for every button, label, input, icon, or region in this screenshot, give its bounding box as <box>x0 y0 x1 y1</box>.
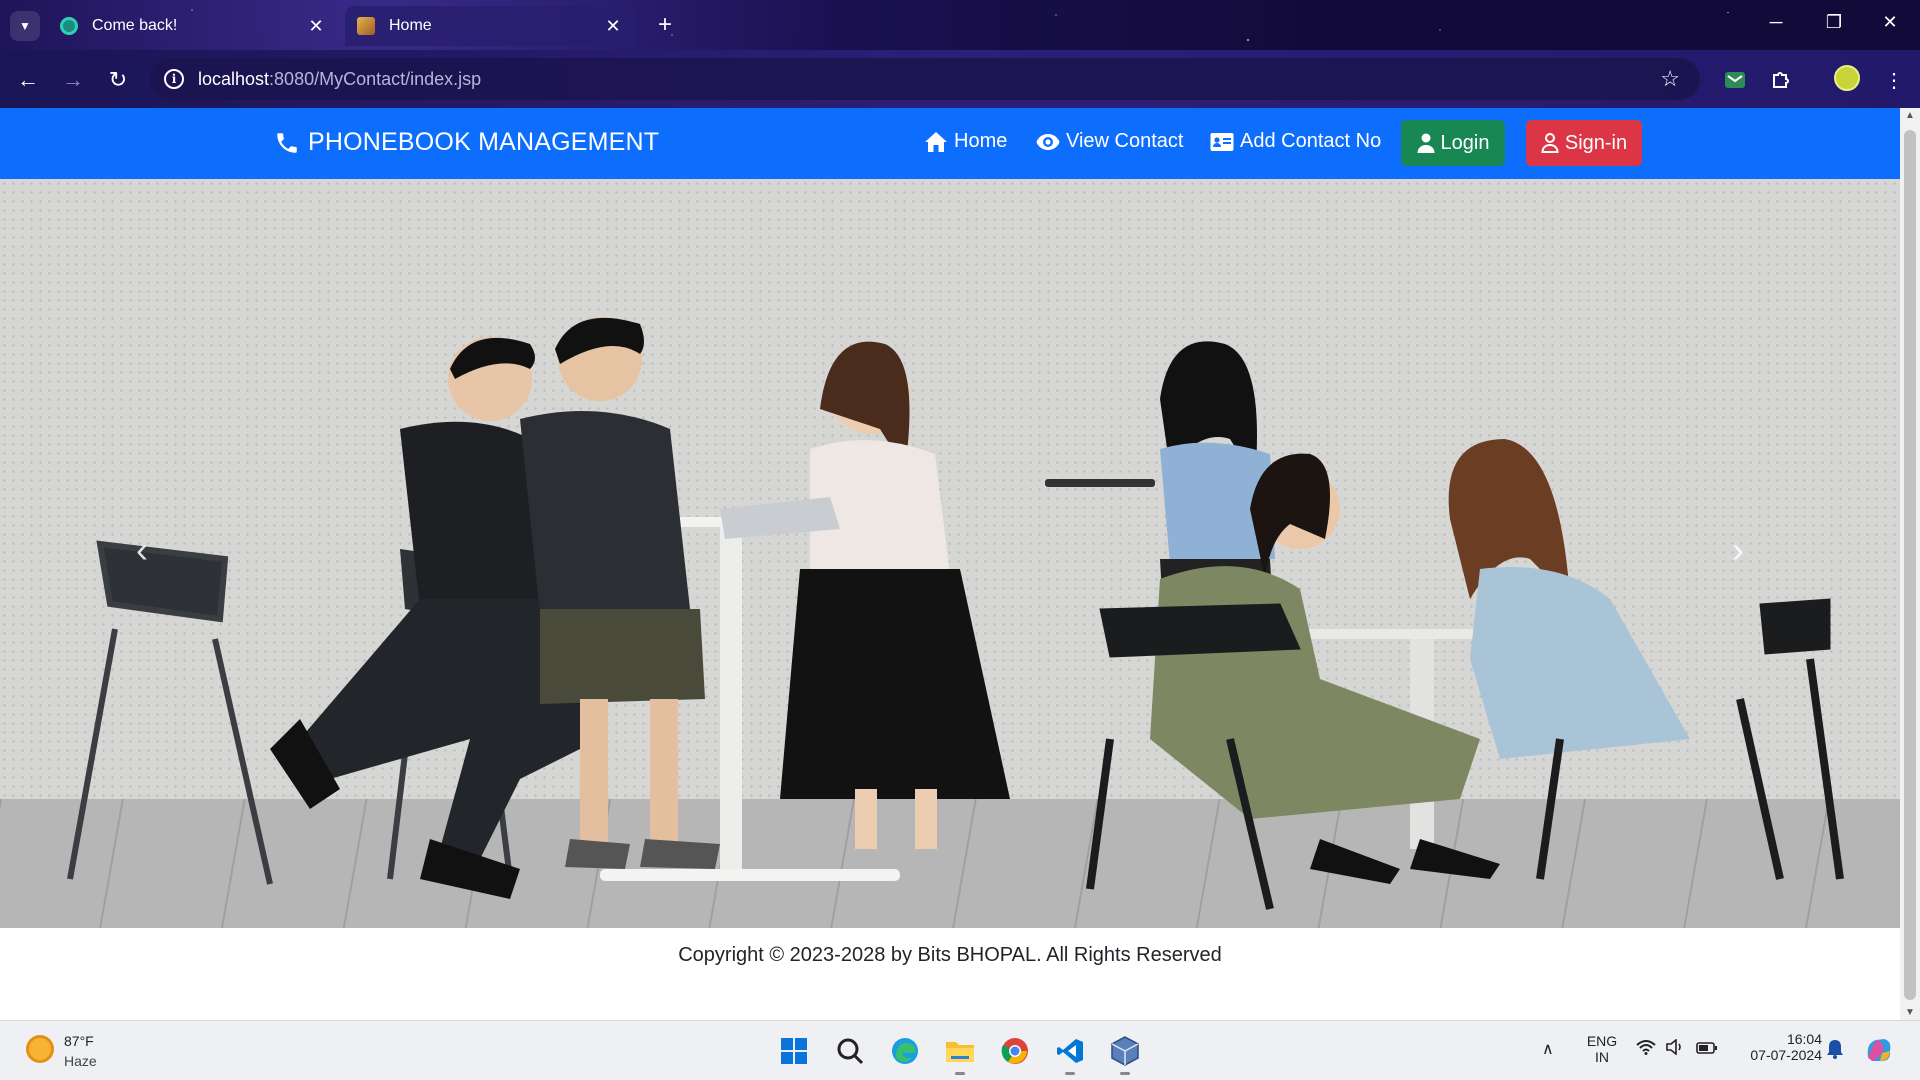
clock-date: 07-07-2024 <box>1750 1047 1822 1063</box>
battery-icon[interactable] <box>1696 1041 1718 1057</box>
user-outline-icon <box>1541 133 1559 153</box>
clock[interactable]: 16:04 07-07-2024 <box>1734 1031 1822 1063</box>
url-path: :8080/MyContact/index.jsp <box>269 68 482 89</box>
language-indicator[interactable]: ENG IN <box>1584 1033 1620 1065</box>
signin-button[interactable]: Sign-in <box>1526 120 1642 166</box>
weather-temperature[interactable]: 87°F <box>64 1033 94 1049</box>
tab-come-back[interactable]: Come back! ✕ <box>48 6 338 46</box>
nav-home-label: Home <box>954 130 1008 152</box>
back-icon[interactable]: ← <box>14 66 42 94</box>
weather-sun-haze-icon[interactable] <box>26 1035 54 1063</box>
tab-title: Home <box>389 17 432 34</box>
nav-add-contact[interactable]: Add Contact No <box>1210 130 1381 153</box>
menu-dots-icon[interactable]: ⋮ <box>1880 66 1908 94</box>
close-window-icon[interactable]: ✕ <box>1876 12 1904 33</box>
wifi-icon[interactable] <box>1636 1039 1656 1058</box>
edge-icon[interactable] <box>887 1033 923 1069</box>
carousel-image-people <box>67 317 1844 910</box>
footer-copyright: Copyright © 2023-2028 by Bits BHOPAL. Al… <box>678 944 1222 966</box>
extension-mail-icon[interactable] <box>1721 66 1749 94</box>
vscode-icon[interactable] <box>1052 1033 1088 1075</box>
site-info-icon[interactable]: i <box>164 69 184 89</box>
new-tab-icon[interactable]: + <box>652 12 678 38</box>
copilot-icon[interactable] <box>1864 1035 1894 1068</box>
tab-favicon-icon <box>60 17 78 35</box>
address-bar[interactable]: i localhost:8080/MyContact/index.jsp ☆ <box>150 58 1700 100</box>
virtualbox-icon[interactable] <box>1107 1033 1143 1075</box>
profile-avatar[interactable] <box>1834 65 1860 91</box>
reload-icon[interactable]: ↻ <box>104 66 132 94</box>
signin-label: Sign-in <box>1564 131 1628 154</box>
tab-title: Come back! <box>92 17 178 34</box>
language-code: ENG <box>1586 1033 1618 1049</box>
scroll-up-icon[interactable]: ▲ <box>1904 110 1916 121</box>
notification-bell-icon[interactable] <box>1826 1039 1844 1062</box>
page-scrollbar[interactable]: ▲ ▼ <box>1900 108 1920 1020</box>
search-icon[interactable] <box>832 1033 868 1069</box>
chevron-down-icon: ▼ <box>19 19 31 33</box>
site-navbar: PHONEBOOK MANAGEMENT Home View Contact A… <box>0 108 1900 179</box>
volume-icon[interactable] <box>1666 1038 1684 1058</box>
tab-close-icon[interactable]: ✕ <box>603 16 623 37</box>
tray-overflow-chevron-icon[interactable]: ∧ <box>1542 1039 1554 1059</box>
phone-icon <box>277 132 297 153</box>
windows-start-icon[interactable] <box>776 1033 812 1069</box>
scrollbar-thumb[interactable] <box>1904 130 1916 1000</box>
brand-text: PHONEBOOK MANAGEMENT <box>308 128 660 156</box>
tab-list-button[interactable]: ▼ <box>10 11 40 41</box>
chrome-icon[interactable] <box>997 1033 1033 1069</box>
navbar-brand[interactable]: PHONEBOOK MANAGEMENT <box>274 128 659 157</box>
carousel-next-icon[interactable]: › <box>1718 529 1758 571</box>
weather-description[interactable]: Haze <box>64 1053 97 1069</box>
url-host: localhost <box>198 68 270 89</box>
nav-add-contact-label: Add Contact No <box>1240 130 1382 152</box>
nav-view-contact[interactable]: View Contact <box>1036 130 1183 153</box>
tab-home[interactable]: Home ✕ <box>345 6 635 46</box>
clock-time: 16:04 <box>1786 1031 1822 1047</box>
browser-tab-strip: ▼ Come back! ✕ Home ✕ + ─ ❐ ✕ <box>0 0 1920 50</box>
user-icon <box>1417 133 1435 153</box>
login-label: Login <box>1440 131 1490 154</box>
restore-icon[interactable]: ❐ <box>1820 12 1848 33</box>
tab-favicon-icon <box>357 17 375 35</box>
windows-taskbar: 87°F Haze ∧ ENG IN 16:04 07-07-2024 <box>0 1020 1920 1080</box>
forward-icon[interactable]: → <box>59 66 87 94</box>
carousel-prev-icon[interactable]: ‹ <box>122 529 162 571</box>
eye-icon <box>1036 133 1060 150</box>
home-icon <box>925 131 947 152</box>
login-button[interactable]: Login <box>1401 120 1505 166</box>
hero-carousel: ‹ › <box>0 179 1900 928</box>
nav-view-contact-label: View Contact <box>1066 130 1184 152</box>
tab-close-icon[interactable]: ✕ <box>306 16 326 37</box>
nav-home[interactable]: Home <box>924 130 1007 153</box>
region-code: IN <box>1595 1049 1609 1065</box>
file-explorer-icon[interactable] <box>942 1033 978 1075</box>
bookmark-star-icon[interactable]: ☆ <box>1660 66 1680 92</box>
minimize-icon[interactable]: ─ <box>1762 12 1790 33</box>
extensions-puzzle-icon[interactable] <box>1767 66 1795 94</box>
address-card-icon <box>1210 132 1234 151</box>
scroll-down-icon[interactable]: ▼ <box>1904 1007 1916 1018</box>
page-viewport: PHONEBOOK MANAGEMENT Home View Contact A… <box>0 108 1900 1020</box>
